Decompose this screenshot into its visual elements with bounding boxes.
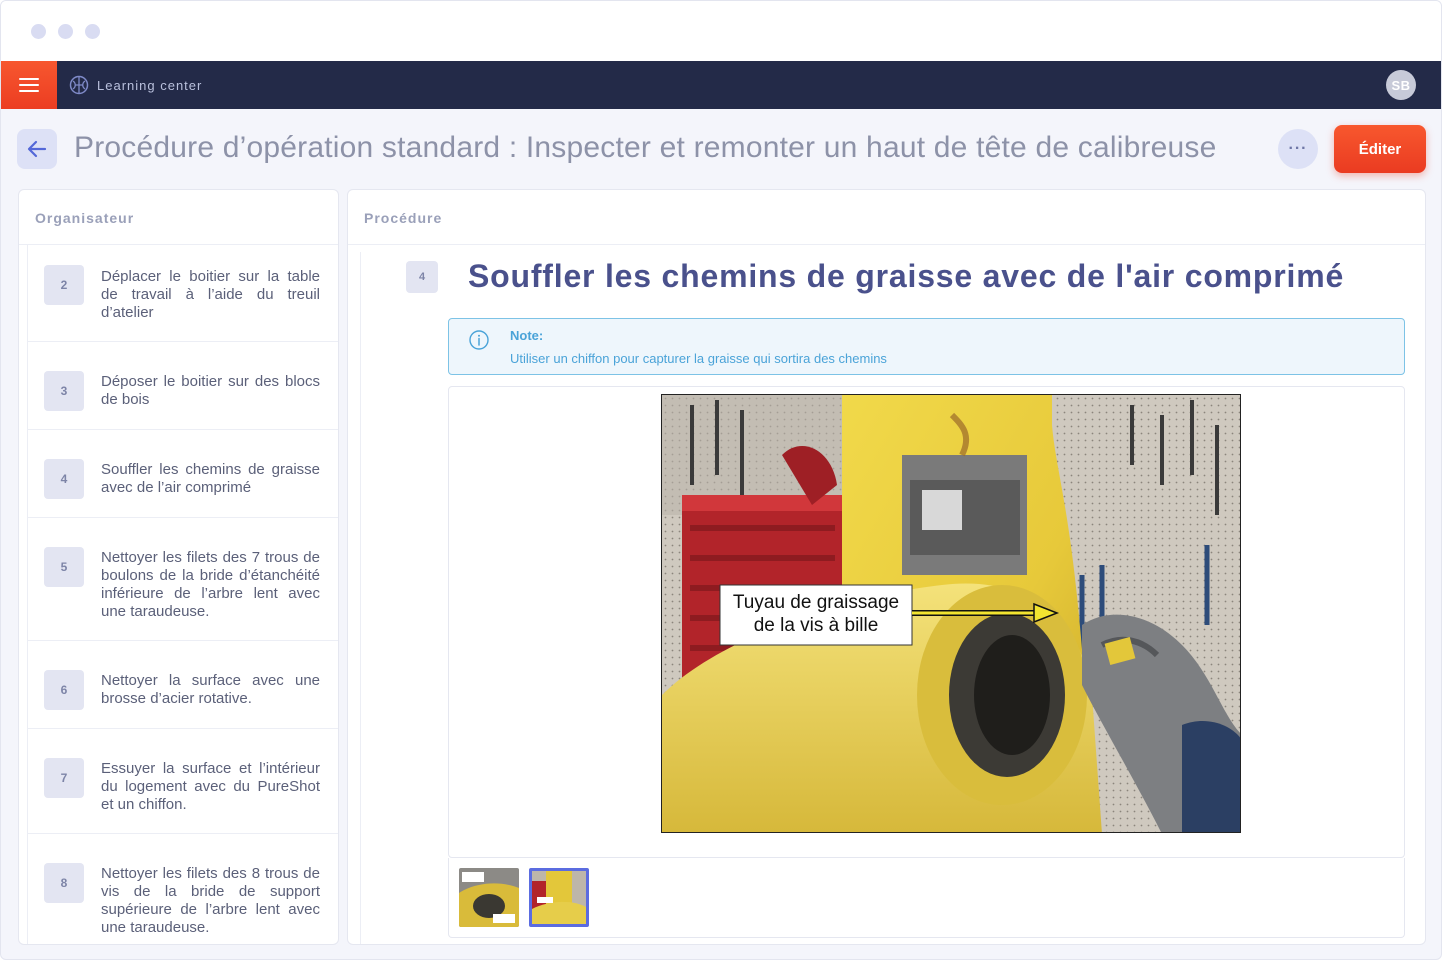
note-title: Note:: [510, 328, 544, 343]
organizer-step-item[interactable]: 8 Nettoyer les filets des 8 trous de vis…: [28, 834, 338, 944]
step-number: 2: [44, 265, 84, 305]
procedure-panel: Procédure 4 Souffler les chemins de grai…: [347, 189, 1426, 945]
note-box: Note: Utiliser un chiffon pour capturer …: [448, 318, 1405, 375]
menu-icon-bar: [19, 84, 39, 86]
app-window: Learning center SB Procédure d’opération…: [0, 0, 1442, 960]
thumbnail-1[interactable]: [459, 868, 519, 927]
step-number: 5: [44, 547, 84, 587]
organizer-step-item[interactable]: 3 Déposer le boitier sur des blocs de bo…: [28, 342, 338, 430]
organizer-step-item-active[interactable]: 4 Souffler les chemins de graisse avec d…: [28, 430, 338, 518]
step-number: 7: [44, 758, 84, 798]
organizer-step-item[interactable]: 2 Déplacer le boitier sur la table de tr…: [28, 245, 338, 342]
step-label: Essuyer la surface et l’intérieur du log…: [101, 760, 320, 813]
window-minimize-dot[interactable]: [58, 24, 73, 39]
arrow-left-icon: [27, 140, 47, 158]
media-viewer: Tuyau de graissage de la vis à bille: [448, 386, 1405, 858]
organizer-step-item[interactable]: 5 Nettoyer les filets des 7 trous de bou…: [28, 518, 338, 641]
step-number: 6: [44, 670, 84, 710]
procedure-heading: Procédure: [348, 190, 1425, 245]
thumbnail-2-selected[interactable]: [529, 868, 589, 927]
back-button[interactable]: [17, 129, 57, 169]
photo-caption-line: de la vis à bille: [753, 615, 879, 636]
step-number: 8: [44, 863, 84, 903]
page-title: Procédure d’opération standard : Inspect…: [74, 131, 1217, 164]
edit-button[interactable]: Éditer: [1334, 125, 1426, 173]
title-bar: [1, 1, 1441, 61]
step-number: 3: [44, 371, 84, 411]
step-number: 4: [44, 459, 84, 499]
user-avatar[interactable]: SB: [1386, 70, 1416, 100]
step-label: Nettoyer les filets des 7 trous de boulo…: [101, 549, 320, 620]
step-label: Souffler les chemins de graisse avec de …: [101, 461, 320, 496]
procedure-rail: [360, 252, 361, 944]
window-maximize-dot[interactable]: [85, 24, 100, 39]
thumbnail-image: [532, 871, 586, 924]
step-label: Nettoyer les filets des 8 trous de vis d…: [101, 865, 320, 936]
organizer-step-list: 2 Déplacer le boitier sur la table de tr…: [27, 245, 338, 944]
organizer-step-item[interactable]: 6 Nettoyer la surface avec une brosse d’…: [28, 641, 338, 729]
menu-icon-bar: [19, 78, 39, 80]
photo-caption: Tuyau de graissage de la vis à bille: [720, 591, 912, 637]
step-label: Déplacer le boitier sur la table de trav…: [101, 268, 320, 321]
step-label: Déposer le boitier sur des blocs de bois: [101, 373, 320, 408]
top-nav: Learning center SB: [1, 61, 1441, 109]
note-text: Utiliser un chiffon pour capturer la gra…: [510, 351, 887, 366]
photo-caption-line: Tuyau de graissage: [732, 592, 900, 613]
brain-icon: [69, 75, 89, 95]
organizer-step-item[interactable]: 7 Essuyer la surface et l’intérieur du l…: [28, 729, 338, 834]
brand-name: Learning center: [97, 77, 203, 93]
step-photo[interactable]: Tuyau de graissage de la vis à bille: [661, 394, 1241, 833]
more-options-button[interactable]: ···: [1278, 129, 1318, 169]
info-icon: [469, 330, 489, 350]
procedure-step-number: 4: [406, 261, 438, 293]
organizer-heading: Organisateur: [19, 190, 338, 245]
organizer-panel: Organisateur 2 Déplacer le boitier sur l…: [18, 189, 339, 945]
menu-icon-bar: [19, 90, 39, 92]
window-close-dot[interactable]: [31, 24, 46, 39]
menu-button[interactable]: [1, 61, 57, 109]
thumbnail-image: [459, 868, 519, 927]
step-label: Nettoyer la surface avec une brosse d’ac…: [101, 672, 320, 707]
brand-link[interactable]: Learning center: [69, 75, 202, 95]
thumbnail-strip: [448, 858, 1405, 938]
procedure-step-title: Souffler les chemins de graisse avec de …: [468, 258, 1345, 294]
